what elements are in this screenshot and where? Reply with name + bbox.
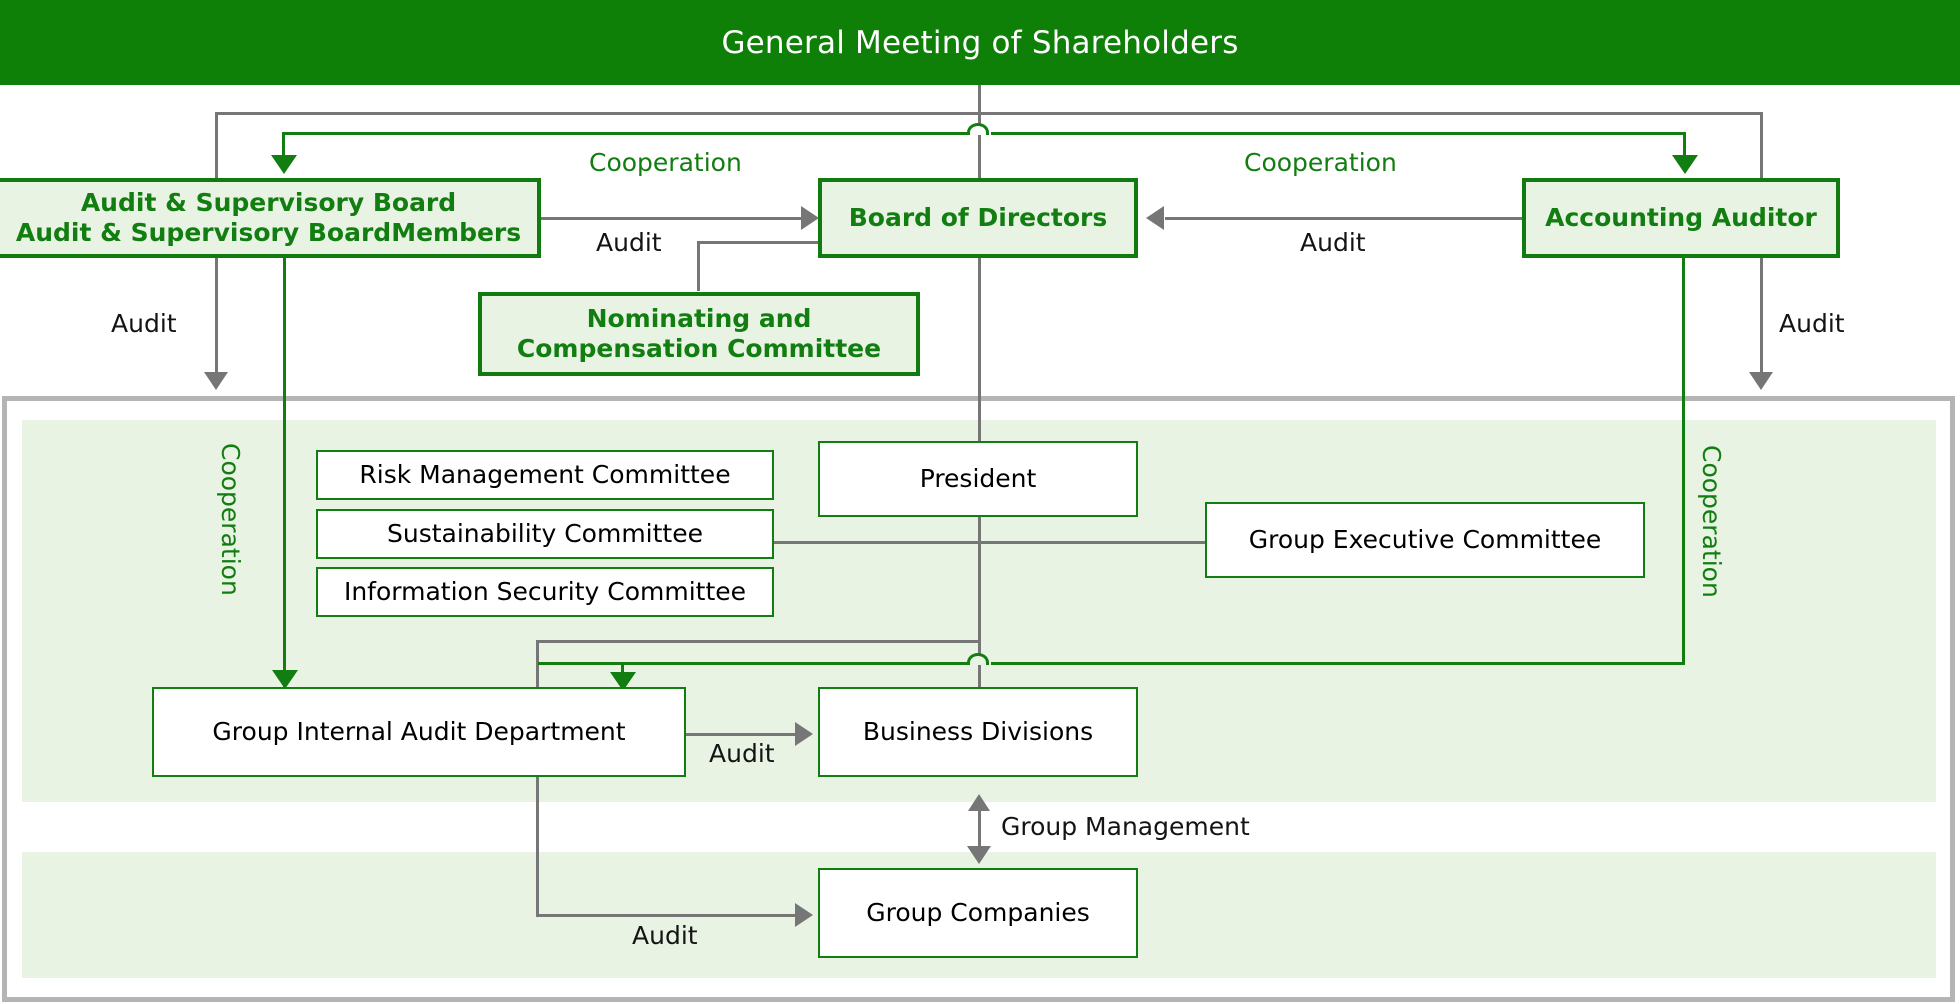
business-divisions-label: Business Divisions [862, 716, 1094, 746]
arrow-group-management-down [967, 846, 991, 864]
label-cooperation-left-top: Cooperation [589, 148, 742, 177]
arrow-asb-audit-down [204, 372, 228, 390]
line-nominating-riser [697, 241, 700, 291]
label-audit-aa-to-bod: Audit [1300, 228, 1366, 257]
box-president[interactable]: President [818, 441, 1138, 517]
arrow-cooperation-to-accounting-auditor [1672, 155, 1698, 174]
governance-diagram: General Meeting of Shareholders Audit & … [0, 0, 1960, 1004]
line-cooperation-left-vertical [283, 228, 286, 688]
label-cooperation-right-vertical: Cooperation [1697, 445, 1726, 598]
board-of-directors-label: Board of Directors [848, 202, 1108, 232]
group-executive-committee-label: Group Executive Committee [1248, 524, 1602, 554]
box-group-internal-audit-department[interactable]: Group Internal Audit Department [152, 687, 686, 777]
label-audit-asb-to-bod: Audit [596, 228, 662, 257]
asb-line-1: Audit & Supervisory Board [80, 187, 457, 217]
group-internal-audit-department-label: Group Internal Audit Department [212, 716, 626, 746]
line-giad-to-companies [536, 914, 809, 917]
asb-line-2: Audit & Supervisory BoardMembers [15, 218, 522, 247]
arrow-aa-to-bod [1146, 206, 1164, 230]
line-drop-to-accounting-auditor [1760, 112, 1763, 179]
information-security-committee-label: Information Security Committee [343, 576, 747, 606]
box-information-security-committee[interactable]: Information Security Committee [316, 567, 774, 617]
box-board-of-directors[interactable]: Board of Directors [818, 178, 1138, 258]
nominating-line-2: Compensation Committee [516, 334, 882, 363]
box-business-divisions[interactable]: Business Divisions [818, 687, 1138, 777]
box-nominating-compensation-committee[interactable]: Nominating and Compensation Committee [478, 292, 920, 376]
arrow-giad-to-divisions [795, 722, 813, 746]
accounting-auditor-label: Accounting Auditor [1545, 202, 1817, 232]
line-shareholders-distribution [215, 112, 1763, 115]
hop-arc-lower [967, 653, 989, 665]
label-audit-left-down: Audit [111, 309, 177, 338]
line-cooperation-right-bottom [538, 662, 1685, 665]
line-centre-to-giad-branch [536, 640, 981, 643]
box-group-companies[interactable]: Group Companies [818, 868, 1138, 958]
general-meeting-title: General Meeting of Shareholders [721, 24, 1239, 61]
label-audit-giad-to-divisions: Audit [709, 739, 775, 768]
general-meeting-header: General Meeting of Shareholders [0, 0, 1960, 85]
risk-management-committee-label: Risk Management Committee [359, 459, 731, 489]
arrow-cooperation-to-asb [271, 155, 297, 174]
line-giad-branch-down [536, 640, 539, 916]
arrow-aa-audit-down [1749, 372, 1773, 390]
line-giad-to-divisions [686, 733, 806, 736]
arrow-group-management-up [968, 794, 990, 811]
hop-arc-top [967, 123, 989, 135]
line-committees-to-gec [773, 541, 1205, 544]
label-cooperation-right-top: Cooperation [1244, 148, 1397, 177]
line-cooperation-right-vertical [1682, 243, 1685, 665]
arrow-asb-to-bod [801, 206, 819, 230]
nominating-line-1: Nominating and [586, 303, 812, 333]
group-companies-label: Group Companies [866, 897, 1090, 927]
line-asb-to-bod [541, 217, 813, 220]
box-sustainability-committee[interactable]: Sustainability Committee [316, 509, 774, 559]
box-risk-management-committee[interactable]: Risk Management Committee [316, 450, 774, 500]
arrow-giad-to-companies [795, 903, 813, 927]
box-audit-supervisory-board[interactable]: Audit & Supervisory Board Audit & Superv… [0, 178, 541, 258]
label-audit-right-down: Audit [1779, 309, 1845, 338]
label-audit-giad-to-companies: Audit [632, 921, 698, 950]
president-label: President [919, 463, 1037, 493]
label-group-management: Group Management [1001, 812, 1250, 841]
line-drop-to-asb [215, 112, 218, 179]
box-group-executive-committee[interactable]: Group Executive Committee [1205, 502, 1645, 578]
sustainability-committee-label: Sustainability Committee [387, 518, 703, 548]
box-accounting-auditor[interactable]: Accounting Auditor [1522, 178, 1840, 258]
line-aa-to-bod [1165, 217, 1522, 220]
label-cooperation-left-vertical: Cooperation [216, 443, 245, 596]
